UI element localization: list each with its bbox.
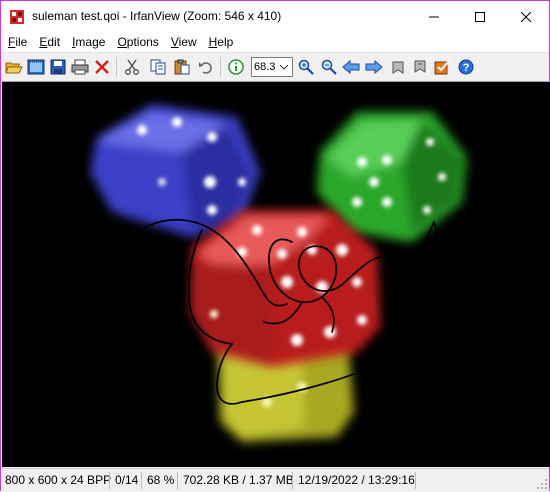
dice-image [90,104,467,442]
menu-help-label: elp [217,35,234,49]
copy-button[interactable] [148,57,168,77]
status-bar: 800 x 600 x 24 BPP 0/14 68 % 702.28 KB /… [1,468,549,491]
irfanview-app-icon[interactable] [9,9,25,25]
irfanview-window: suleman test.qoi - IrfanView (Zoom: 546 … [0,0,550,491]
minimize-icon [429,16,439,17]
menu-help-accel: H [208,35,218,49]
zoom-in-icon [298,59,314,75]
resize-grip-icon[interactable] [536,478,548,490]
maximize-icon [475,11,485,22]
menu-file-label: ile [15,35,28,49]
menu-options-accel: O [117,35,127,49]
previous-icon [342,60,360,74]
thumbnails-icon [27,59,45,75]
open-button[interactable] [4,57,24,77]
zoom-out-button[interactable] [319,57,339,77]
status-divider [109,472,110,489]
image-viewport[interactable] [2,81,550,467]
status-dimensions: 800 x 600 x 24 BPP [5,473,112,487]
chevron-down-icon[interactable] [278,58,290,76]
menu-bar: File Edit Image Options View Help [1,32,549,52]
menu-view-accel: V [170,35,179,49]
svg-text:?: ? [463,62,470,74]
menu-options[interactable]: Options [111,32,164,52]
status-divider [415,472,416,489]
undo-button[interactable] [196,57,216,77]
properties-button[interactable] [432,57,452,77]
print-button[interactable] [70,57,90,77]
copy-icon [150,59,166,75]
title-bar: suleman test.qoi - IrfanView (Zoom: 546 … [1,1,549,32]
menu-edit[interactable]: Edit [33,32,66,52]
status-datetime: 12/19/2022 / 13:29:16 [298,473,415,487]
status-divider [292,472,293,489]
cut-icon [125,59,139,75]
status-zoom: 68 % [147,473,175,487]
close-button[interactable] [503,1,549,32]
menu-image-label: mage [75,35,106,49]
rotate-right-icon [414,60,426,73]
status-index: 0/14 [115,473,139,487]
help-icon: ? [458,59,474,75]
close-icon [521,11,531,22]
status-size: 702.28 KB / 1.37 MB [183,473,294,487]
next-icon [365,60,383,74]
menu-file[interactable]: File [2,32,33,52]
menu-image[interactable]: Image [66,32,111,52]
undo-icon [199,62,212,74]
paste-button[interactable] [172,57,192,77]
status-divider [141,472,142,489]
next-button[interactable] [364,57,384,77]
menu-view-label: iew [178,35,197,49]
delete-icon [95,60,109,74]
zoom-value: 68.3 [254,61,276,73]
info-icon [228,59,244,75]
toolbar: 68.3 ? [1,52,549,81]
thumbnails-button[interactable] [26,57,46,77]
menu-options-label: ptions [126,35,159,49]
zoom-out-icon [321,59,337,75]
info-button[interactable] [226,57,246,77]
previous-button[interactable] [341,57,361,77]
menu-edit-label: dit [47,35,61,49]
menu-help[interactable]: Help [203,32,240,52]
menu-view[interactable]: View [165,32,203,52]
zoom-in-button[interactable] [296,57,316,77]
zoom-combobox[interactable]: 68.3 [251,57,293,77]
cut-button[interactable] [122,57,142,77]
paste-icon [174,59,190,75]
rotate-left-button[interactable] [388,57,408,77]
help-button[interactable]: ? [456,57,476,77]
toolbar-separator [116,57,117,77]
save-icon [50,59,66,75]
open-folder-icon [5,62,23,74]
minimize-button[interactable] [411,1,457,32]
status-divider [177,472,178,489]
window-title: suleman test.qoi - IrfanView (Zoom: 546 … [32,9,282,23]
save-button[interactable] [48,57,68,77]
toolbar-separator [220,57,221,77]
delete-button[interactable] [92,57,112,77]
print-icon [71,59,89,75]
rotate-left-icon [392,61,404,74]
properties-icon [434,60,450,75]
rotate-right-button[interactable] [410,57,430,77]
maximize-button[interactable] [457,1,503,32]
